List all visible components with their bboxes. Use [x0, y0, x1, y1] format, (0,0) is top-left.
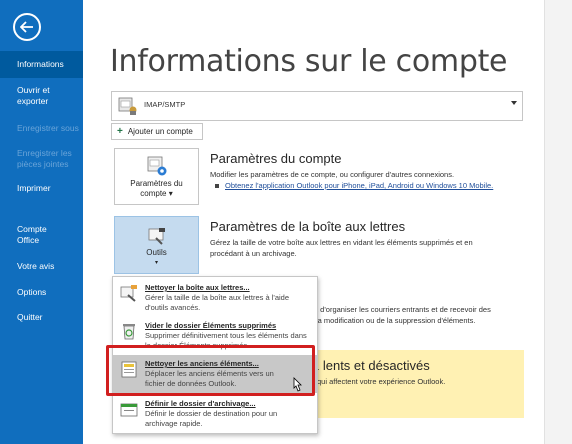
menu-item-set-archive-folder[interactable]: Définir le dossier d'archivage... Défini… [113, 395, 317, 433]
sidebar-item-informations[interactable]: Informations [0, 51, 83, 78]
sidebar-item-options[interactable]: Options [0, 287, 83, 298]
account-settings-title: Paramètres du compte [210, 151, 342, 166]
plus-icon: + [117, 126, 123, 137]
sidebar-item-enregistrer-pieces-jointes: Enregistrer les pièces jointes [17, 148, 72, 169]
menu-item-mailbox-cleanup[interactable]: Nettoyer la boîte aux lettres... Gérer l… [113, 279, 317, 317]
menu-item-title: Vider le dossier Éléments supprimés [145, 321, 277, 330]
sidebar-item-votre-avis[interactable]: Votre avis [0, 261, 83, 272]
menu-item-title: Définir le dossier d'archivage... [145, 399, 256, 408]
account-icon [118, 97, 137, 115]
tools-icon [148, 228, 165, 245]
account-settings-icon [147, 156, 166, 176]
mouse-cursor-icon [293, 377, 302, 392]
sidebar-item-quitter[interactable]: Quitter [0, 312, 83, 323]
outlook-app-link[interactable]: Obtenez l'application Outlook pour iPhon… [215, 181, 493, 190]
tools-tile-label: Outils [146, 248, 167, 257]
menu-item-desc: Définir le dossier de destination pour u… [145, 409, 278, 428]
sidebar-item-enregistrer-sous: Enregistrer sous [17, 123, 79, 133]
tools-tile[interactable]: Outils ▾ [114, 216, 199, 274]
backstage-sidebar: Informations Ouvrir et exporter Enregist… [0, 0, 83, 444]
account-settings-tile-label: Paramètres du compte ▾ [130, 179, 183, 198]
page-title: Informations sur le compte [110, 44, 508, 79]
menu-item-title: Nettoyer la boîte aux lettres... [145, 283, 250, 292]
slow-addins-text: qui affectent votre expérience Outlook. [317, 377, 446, 386]
highlight-box [106, 345, 315, 396]
archive-folder-icon [120, 403, 138, 417]
slow-addins-title: 1 lents et désactivés [312, 358, 430, 373]
sidebar-item-imprimer[interactable]: Imprimer [0, 183, 83, 194]
window-right-edge [544, 0, 572, 444]
rules-text-line1: t d'organiser les courriers entrants et … [316, 305, 491, 314]
mailbox-settings-title: Paramètres de la boîte aux lettres [210, 219, 406, 234]
account-settings-text: Modifier les paramètres de ce compte, ou… [210, 170, 455, 179]
account-settings-tile[interactable]: Paramètres du compte ▾ [114, 148, 199, 205]
chevron-down-icon [511, 101, 517, 105]
menu-item-desc: Gérer la taille de la boîte aux lettres … [145, 293, 290, 312]
back-button[interactable] [13, 13, 41, 41]
mailbox-cleanup-icon [120, 285, 137, 302]
rules-text-line2: la modification ou de la suppression d'é… [316, 316, 476, 325]
account-type-label: IMAP/SMTP [144, 100, 186, 109]
sidebar-item-ouvrir-exporter[interactable]: Ouvrir et exporter [0, 85, 70, 107]
mailbox-settings-text: Gérez la taille de votre boîte aux lettr… [210, 238, 473, 258]
account-selector[interactable]: IMAP/SMTP [111, 91, 523, 121]
add-account-button[interactable]: + Ajouter un compte [111, 123, 203, 140]
tools-caret-icon: ▾ [154, 260, 158, 266]
recycle-bin-icon [123, 324, 135, 340]
back-arrow-icon [20, 21, 33, 33]
bullet-icon [215, 183, 219, 188]
sidebar-item-compte-office[interactable]: Compte Office [0, 224, 60, 246]
